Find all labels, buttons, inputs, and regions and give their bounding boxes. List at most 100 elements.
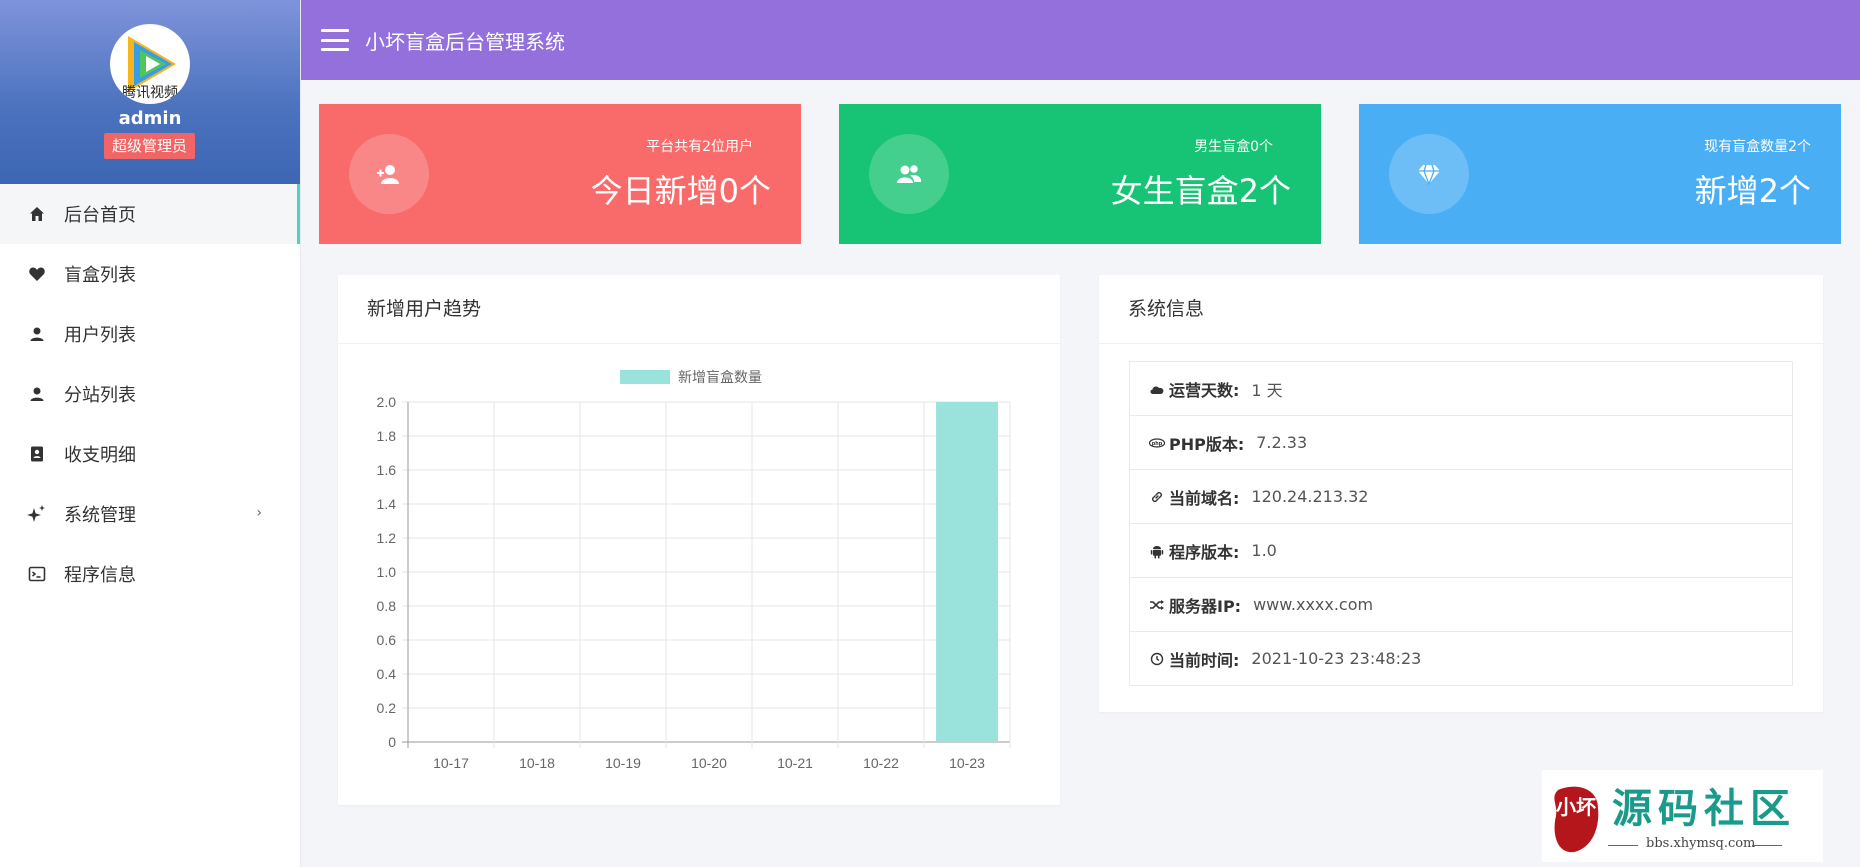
stat-caption: 现有盲盒数量2个 xyxy=(1704,139,1811,155)
link-icon xyxy=(1149,489,1165,505)
sidebar-item-home[interactable]: 后台首页 xyxy=(0,184,300,244)
user-icon xyxy=(26,383,48,405)
stat-caption: 平台共有2位用户 xyxy=(646,139,753,155)
seal-text: 小坏 xyxy=(1556,795,1596,819)
avatar-caption: 腾讯视频 xyxy=(122,85,178,101)
stat-value: 今日新增0个 xyxy=(590,172,771,210)
info-row-domain: 当前域名: 120.24.213.32 xyxy=(1130,470,1792,524)
page-title: 小坏盲盒后台管理系统 xyxy=(365,29,565,54)
x-tick-label: 10-18 xyxy=(519,755,555,771)
sidebar-menu: 后台首页 盲盒列表 用户列表 分站列表 收支明细 系统管理 › 程序信息 xyxy=(0,184,300,604)
android-icon xyxy=(1149,543,1165,559)
info-row-current-time: 当前时间: 2021-10-23 23:48:23 xyxy=(1130,632,1792,685)
clock-icon xyxy=(1149,651,1165,667)
system-info-table: 运营天数: 1 天 php PHP版本: 7.2.33 当前域名: 120.24… xyxy=(1129,361,1793,686)
seal-logo-icon: 小坏 xyxy=(1554,786,1599,853)
y-tick-label: 1.8 xyxy=(377,428,397,444)
info-label: 当前时间: xyxy=(1169,650,1240,670)
bar xyxy=(936,402,998,742)
y-tick-label: 0.8 xyxy=(377,598,397,614)
ledger-icon xyxy=(26,443,48,465)
x-tick-label: 10-19 xyxy=(605,755,641,771)
user-icon xyxy=(26,323,48,345)
shuffle-icon xyxy=(1149,597,1165,613)
sidebar: 腾讯视频 admin 超级管理员 后台首页 盲盒列表 用户列表 分站列表 收支明… xyxy=(0,0,301,867)
info-row-server-ip: 服务器IP: www.xxxx.com xyxy=(1130,578,1792,632)
sidebar-item-user-list[interactable]: 用户列表 xyxy=(0,304,300,364)
sidebar-item-label: 后台首页 xyxy=(64,205,136,226)
users-icon xyxy=(869,134,949,214)
y-tick-label: 1.2 xyxy=(377,530,397,546)
legend-label: 新增盲盒数量 xyxy=(678,369,762,385)
info-label: PHP版本: xyxy=(1169,434,1245,454)
info-row-php-version: php PHP版本: 7.2.33 xyxy=(1130,416,1792,470)
info-value: 1.0 xyxy=(1251,541,1277,560)
svg-text:php: php xyxy=(1152,440,1163,446)
info-label: 服务器IP: xyxy=(1169,596,1242,616)
stat-card-inventory: 现有盲盒数量2个 新增2个 xyxy=(1359,104,1841,244)
chevron-right-icon: › xyxy=(256,505,262,521)
php-icon: php xyxy=(1149,435,1165,451)
info-label: 运营天数: xyxy=(1169,380,1240,400)
panel-title: 系统信息 xyxy=(1099,275,1823,344)
stat-card-users: 平台共有2位用户 今日新增0个 xyxy=(319,104,801,244)
profile-name: admin xyxy=(118,108,182,129)
stat-value: 女生盲盒2个 xyxy=(1110,172,1291,210)
info-value: 7.2.33 xyxy=(1256,433,1308,452)
sparkle-icon xyxy=(26,503,48,525)
y-tick-label: 1.6 xyxy=(377,462,397,478)
x-tick-label: 10-21 xyxy=(777,755,813,771)
y-tick-label: 2.0 xyxy=(377,394,397,410)
panel-title: 新增用户趋势 xyxy=(338,275,1060,344)
stat-card-boxes: 男生盲盒0个 女生盲盒2个 xyxy=(839,104,1321,244)
x-tick-label: 10-20 xyxy=(691,755,727,771)
avatar[interactable]: 腾讯视频 xyxy=(110,24,190,104)
sidebar-item-label: 分站列表 xyxy=(64,385,136,406)
sidebar-item-substation-list[interactable]: 分站列表 xyxy=(0,364,300,424)
menu-toggle-icon[interactable] xyxy=(321,29,349,51)
home-icon xyxy=(26,203,48,225)
bar-chart: 0 0.2 0.4 0.6 0.8 1.0 1.2 1.4 1.6 1.8 2.0 10-17 10-1… xyxy=(377,369,1011,771)
info-value: 1 天 xyxy=(1251,380,1283,400)
system-info-panel: 系统信息 运营天数: 1 天 php PHP版本: 7.2.33 当前域名: 1… xyxy=(1099,275,1823,712)
watermark-url: bbs.xhymsq.com xyxy=(1646,836,1756,851)
sidebar-item-income-expense[interactable]: 收支明细 xyxy=(0,424,300,484)
cloud-icon xyxy=(1149,381,1165,397)
info-value: 120.24.213.32 xyxy=(1251,487,1369,506)
y-tick-label: 0.2 xyxy=(377,700,397,716)
sidebar-item-system-management[interactable]: 系统管理 › xyxy=(0,484,300,544)
user-trend-panel: 新增用户趋势 0 0.2 0.4 0.6 0.8 1.0 1.2 1.4 1.6 1.8 2.0 10… xyxy=(338,275,1060,805)
info-row-uptime: 运营天数: 1 天 xyxy=(1130,362,1792,416)
diamond-icon xyxy=(1389,134,1469,214)
profile-panel: 腾讯视频 admin 超级管理员 xyxy=(0,0,300,184)
info-value: 2021-10-23 23:48:23 xyxy=(1251,649,1422,668)
legend-swatch xyxy=(620,370,670,384)
y-tick-label: 0 xyxy=(388,734,396,750)
y-tick-label: 0.6 xyxy=(377,632,397,648)
info-row-program-version: 程序版本: 1.0 xyxy=(1130,524,1792,578)
terminal-icon xyxy=(26,563,48,585)
add-user-icon xyxy=(349,134,429,214)
watermark: 小坏 源码社区 bbs.xhymsq.com xyxy=(1542,770,1823,862)
sidebar-item-label: 用户列表 xyxy=(64,325,136,346)
top-header: 小坏盲盒后台管理系统 xyxy=(301,0,1860,80)
info-label: 当前域名: xyxy=(1169,488,1240,508)
x-tick-label: 10-22 xyxy=(863,755,899,771)
x-tick-label: 10-17 xyxy=(433,755,469,771)
sidebar-item-blindbox-list[interactable]: 盲盒列表 xyxy=(0,244,300,304)
heart-icon xyxy=(26,263,48,285)
sidebar-item-label: 程序信息 xyxy=(64,565,136,586)
y-tick-label: 1.4 xyxy=(377,496,397,512)
watermark-title: 源码社区 xyxy=(1612,785,1796,832)
stat-caption: 男生盲盒0个 xyxy=(1194,139,1273,155)
sidebar-item-label: 收支明细 xyxy=(64,445,136,466)
y-tick-label: 0.4 xyxy=(377,666,397,682)
sidebar-item-label: 系统管理 xyxy=(64,505,136,526)
x-tick-label: 10-23 xyxy=(949,755,985,771)
info-value: www.xxxx.com xyxy=(1253,595,1374,614)
y-tick-label: 1.0 xyxy=(377,564,397,580)
sidebar-item-label: 盲盒列表 xyxy=(64,265,136,286)
info-label: 程序版本: xyxy=(1169,542,1240,562)
sidebar-item-program-info[interactable]: 程序信息 xyxy=(0,544,300,604)
role-badge: 超级管理员 xyxy=(104,133,196,159)
